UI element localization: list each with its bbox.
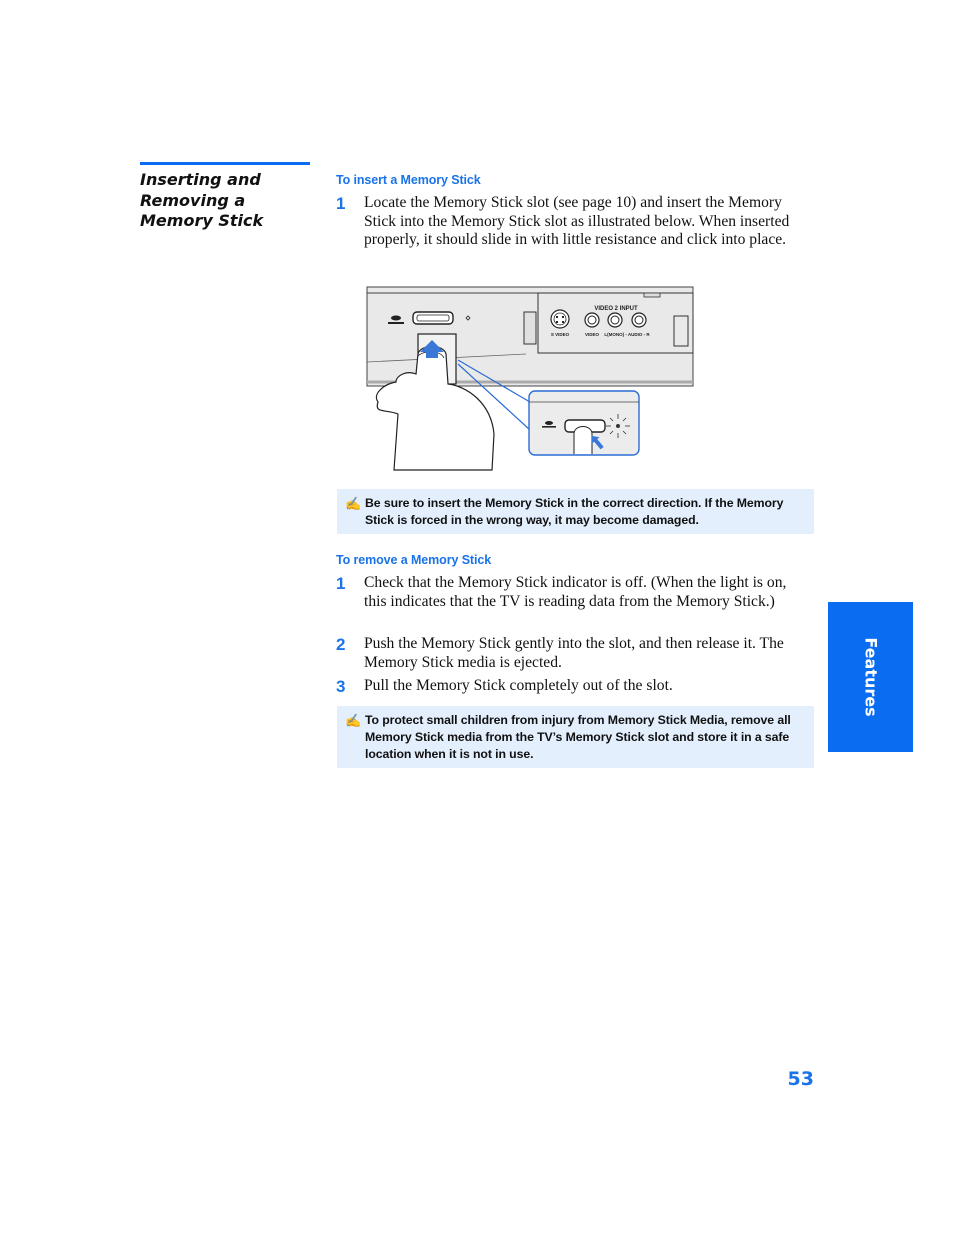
- pencil-note-icon: ✍: [345, 713, 362, 728]
- jack-label: VIDEO: [585, 332, 600, 337]
- step-number: 1: [336, 194, 346, 213]
- insert-heading: To insert a Memory Stick: [336, 173, 481, 187]
- step-text: Locate the Memory Stick slot (see page 1…: [364, 194, 790, 249]
- step-text: Check that the Memory Stick indicator is…: [364, 574, 787, 610]
- step-number: 1: [336, 574, 346, 593]
- chapter-tab[interactable]: Features: [828, 602, 913, 752]
- chapter-tab-label: Features: [861, 637, 880, 717]
- note-text: To protect small children from injury fr…: [365, 713, 791, 761]
- pencil-note-icon: ✍: [345, 496, 362, 511]
- note-text: Be sure to insert the Memory Stick in th…: [365, 496, 784, 527]
- rca-jack: [631, 312, 647, 328]
- remove-step: 1 Check that the Memory Stick indicator …: [336, 574, 806, 611]
- step-number: 3: [336, 677, 346, 696]
- rca-jack: [607, 312, 623, 328]
- section-title-line: Removing a: [140, 190, 246, 210]
- remove-step: 2 Push the Memory Stick gently into the …: [336, 635, 806, 672]
- jack-label: S VIDEO: [551, 332, 570, 337]
- section-title-line: Inserting and: [140, 170, 261, 189]
- step-text: Push the Memory Stick gently into the sl…: [364, 635, 784, 671]
- note-box: ✍ To protect small children from injury …: [337, 706, 814, 768]
- panel-label: VIDEO 2 INPUT: [594, 306, 638, 312]
- section-rule: [140, 162, 310, 165]
- page-number: 53: [787, 1068, 814, 1090]
- step-number: 2: [336, 635, 346, 654]
- illustration-svg: VIDEO 2 INPUT S VIDEO VIDEO L(MONO) - AU…: [366, 286, 694, 471]
- remove-heading: To remove a Memory Stick: [336, 553, 492, 567]
- step-text: Pull the Memory Stick completely out of …: [364, 677, 673, 694]
- insert-step: 1 Locate the Memory Stick slot (see page…: [336, 194, 806, 250]
- rca-jack: [584, 312, 600, 328]
- section-title: Inserting and Removing a Memory Stick: [140, 170, 310, 232]
- jack-label: L(MONO) - AUDIO - R: [604, 332, 650, 337]
- remove-step: 3 Pull the Memory Stick completely out o…: [336, 677, 806, 696]
- section-title-line: Memory Stick: [140, 211, 264, 230]
- memory-stick-insertion-illustration: VIDEO 2 INPUT S VIDEO VIDEO L(MONO) - AU…: [366, 284, 696, 472]
- note-box: ✍ Be sure to insert the Memory Stick in …: [337, 489, 814, 534]
